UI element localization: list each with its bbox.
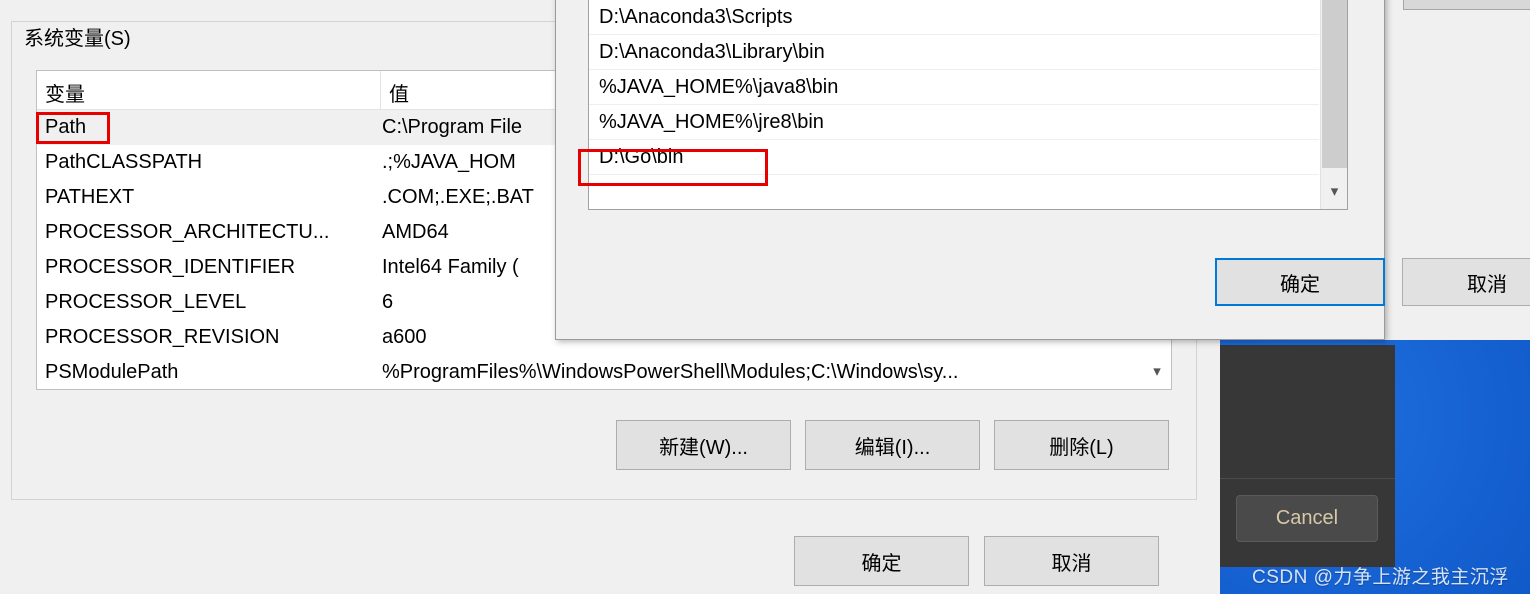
delete-variable-button[interactable]: 删除(L): [994, 420, 1169, 470]
column-header-variable[interactable]: 变量: [37, 71, 381, 109]
edit-dialog-ok-button[interactable]: 确定: [1215, 258, 1385, 306]
path-list-scrollbar[interactable]: ▾: [1320, 0, 1347, 209]
outer-ok-button[interactable]: 确定: [794, 536, 969, 586]
background-cancel-button[interactable]: Cancel: [1236, 495, 1378, 542]
variable-name-cell: PSModulePath: [45, 361, 179, 383]
edit-variable-button[interactable]: 编辑(I)...: [805, 420, 980, 470]
variable-value-cell: %ProgramFiles%\WindowsPowerShell\Modules…: [382, 361, 959, 383]
list-item[interactable]: D:\Go\bin: [589, 140, 1319, 175]
variable-name-cell: PROCESSOR_REVISION: [45, 326, 280, 348]
background-panel-divider: [1220, 478, 1395, 479]
list-item[interactable]: D:\Anaconda3\Scripts: [589, 0, 1319, 35]
scrollbar-thumb[interactable]: [1322, 0, 1347, 168]
clipped-offscreen-button: [1403, 0, 1530, 10]
csdn-watermark: CSDN @力争上游之我主沉浮: [1252, 567, 1509, 588]
list-item[interactable]: %JAVA_HOME%\java8\bin: [589, 70, 1319, 105]
new-variable-button[interactable]: 新建(W)...: [616, 420, 791, 470]
chevron-down-icon[interactable]: ▾: [1143, 353, 1171, 389]
chevron-down-icon[interactable]: ▾: [1322, 176, 1347, 206]
edit-dialog-cancel-button[interactable]: 取消: [1402, 258, 1530, 306]
list-item[interactable]: %JAVA_HOME%\jre8\bin: [589, 105, 1319, 140]
variable-name-cell: Path: [45, 116, 87, 138]
outer-cancel-button[interactable]: 取消: [984, 536, 1159, 586]
table-row[interactable]: PSModulePath %ProgramFiles%\WindowsPowerS…: [37, 355, 1171, 389]
path-entries-list[interactable]: D:\Anaconda3\Scripts D:\Anaconda3\Library…: [588, 0, 1348, 210]
system-variables-label: 系统变量(S): [18, 22, 137, 51]
variable-name-cell: PROCESSOR_IDENTIFIER: [45, 256, 296, 278]
path-entries-list-body: D:\Anaconda3\Scripts D:\Anaconda3\Library…: [589, 0, 1319, 209]
list-item[interactable]: D:\Anaconda3\Library\bin: [589, 35, 1319, 70]
variable-name-cell: PATHEXT: [45, 186, 135, 208]
variable-name-cell: PROCESSOR_ARCHITECTU...: [45, 221, 330, 243]
variable-name-cell: PROCESSOR_LEVEL: [45, 291, 247, 313]
list-item-empty[interactable]: [589, 175, 1319, 209]
variable-name-cell: PathCLASSPATH: [45, 151, 203, 173]
